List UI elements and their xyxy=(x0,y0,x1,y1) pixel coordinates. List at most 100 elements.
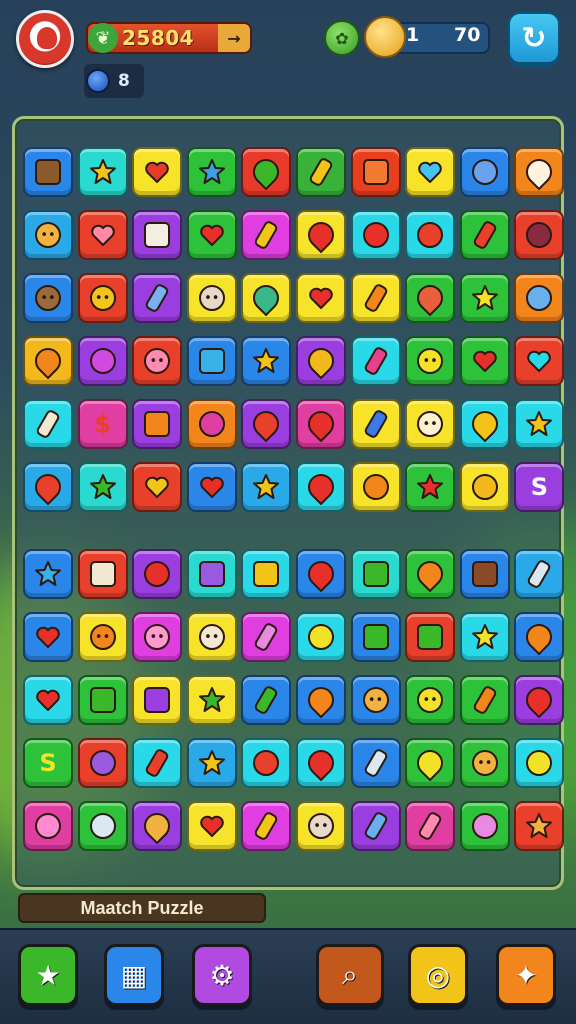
tile-top-r0-c0[interactable] xyxy=(23,147,73,197)
tile-top-r2-c9[interactable] xyxy=(514,273,565,323)
tile-bottom-r0-c6[interactable] xyxy=(350,549,401,599)
tile-top-r1-c6[interactable] xyxy=(350,210,401,260)
tile-bottom-r1-c8[interactable] xyxy=(459,612,510,662)
tile-bottom-r0-c4[interactable] xyxy=(241,549,292,599)
grid-button[interactable]: ▦ xyxy=(104,944,164,1006)
tile-top-r3-c6[interactable] xyxy=(350,336,401,386)
tile-bottom-r0-c2[interactable] xyxy=(132,549,183,599)
refresh-button[interactable]: ↻ xyxy=(508,12,560,64)
tile-top-r3-c0[interactable] xyxy=(23,336,73,386)
tile-top-r1-c0[interactable]: •• xyxy=(23,210,73,260)
tile-top-r2-c7[interactable] xyxy=(405,273,456,323)
tile-top-r1-c4[interactable] xyxy=(241,210,292,260)
tile-top-r4-c6[interactable] xyxy=(350,399,401,449)
tile-bottom-r4-c6[interactable] xyxy=(350,801,401,851)
tile-top-r1-c8[interactable] xyxy=(459,210,510,260)
tile-bottom-r2-c3[interactable] xyxy=(186,675,237,725)
tile-top-r3-c2[interactable]: •• xyxy=(132,336,183,386)
tile-top-r5-c2[interactable] xyxy=(132,462,183,512)
bonus-button[interactable]: ✦ xyxy=(496,944,556,1006)
tile-top-r5-c0[interactable] xyxy=(23,462,73,512)
tile-bottom-r0-c8[interactable] xyxy=(459,549,510,599)
tile-bottom-r4-c8[interactable] xyxy=(459,801,510,851)
player-avatar[interactable] xyxy=(16,10,74,68)
tile-top-r5-c3[interactable] xyxy=(186,462,237,512)
tile-top-r5-c7[interactable] xyxy=(405,462,456,512)
tile-top-r0-c9[interactable] xyxy=(514,147,565,197)
tile-top-r4-c5[interactable] xyxy=(295,399,346,449)
tile-bottom-r1-c6[interactable] xyxy=(350,612,401,662)
tile-top-r5-c8[interactable] xyxy=(459,462,510,512)
tile-bottom-r4-c4[interactable] xyxy=(241,801,292,851)
tile-top-r0-c5[interactable] xyxy=(295,147,346,197)
tile-top-r0-c6[interactable] xyxy=(350,147,401,197)
tile-top-r3-c1[interactable] xyxy=(77,336,128,386)
tile-top-r0-c8[interactable] xyxy=(459,147,510,197)
tile-top-r3-c4[interactable] xyxy=(241,336,292,386)
tile-bottom-r1-c1[interactable]: •• xyxy=(77,612,128,662)
tile-bottom-r3-c4[interactable] xyxy=(241,738,292,788)
tile-top-r1-c7[interactable] xyxy=(405,210,456,260)
tile-bottom-r1-c5[interactable] xyxy=(295,612,346,662)
tile-bottom-r0-c9[interactable] xyxy=(514,549,565,599)
tile-bottom-r3-c8[interactable]: •• xyxy=(459,738,510,788)
tile-top-r3-c3[interactable] xyxy=(186,336,237,386)
tile-top-r1-c5[interactable] xyxy=(295,210,346,260)
tile-top-r4-c2[interactable] xyxy=(132,399,183,449)
tile-bottom-r2-c4[interactable] xyxy=(241,675,292,725)
tile-bottom-r2-c8[interactable] xyxy=(459,675,510,725)
tile-top-r2-c2[interactable] xyxy=(132,273,183,323)
tile-bottom-r1-c7[interactable] xyxy=(405,612,456,662)
tile-top-r3-c8[interactable] xyxy=(459,336,510,386)
tile-top-r3-c9[interactable] xyxy=(514,336,565,386)
tile-top-r5-c6[interactable] xyxy=(350,462,401,512)
tile-top-r2-c8[interactable] xyxy=(459,273,510,323)
tile-bottom-r2-c2[interactable] xyxy=(132,675,183,725)
tile-top-r1-c3[interactable] xyxy=(186,210,237,260)
tile-bottom-r4-c7[interactable] xyxy=(405,801,456,851)
star-button[interactable]: ★ xyxy=(18,944,78,1006)
tile-top-r2-c6[interactable] xyxy=(350,273,401,323)
tile-top-r4-c7[interactable]: •• xyxy=(405,399,456,449)
tile-bottom-r4-c1[interactable] xyxy=(77,801,128,851)
score-arrow-button[interactable]: → xyxy=(218,24,250,52)
tile-bottom-r1-c4[interactable] xyxy=(241,612,292,662)
tile-bottom-r3-c2[interactable] xyxy=(132,738,183,788)
tile-top-r0-c2[interactable] xyxy=(132,147,183,197)
tile-bottom-r2-c7[interactable]: •• xyxy=(405,675,456,725)
tile-bottom-r4-c0[interactable] xyxy=(23,801,73,851)
tile-bottom-r0-c1[interactable] xyxy=(77,549,128,599)
tile-bottom-r2-c9[interactable] xyxy=(514,675,565,725)
tile-bottom-r4-c2[interactable] xyxy=(132,801,183,851)
tile-bottom-r0-c3[interactable] xyxy=(186,549,237,599)
tile-top-r2-c4[interactable] xyxy=(241,273,292,323)
tile-bottom-r3-c9[interactable] xyxy=(514,738,565,788)
tile-bottom-r4-c5[interactable]: •• xyxy=(295,801,346,851)
settings-button[interactable]: ⚙ xyxy=(192,944,252,1006)
tile-top-r1-c2[interactable] xyxy=(132,210,183,260)
tile-top-r4-c8[interactable] xyxy=(459,399,510,449)
tile-bottom-r3-c7[interactable] xyxy=(405,738,456,788)
tile-bottom-r0-c0[interactable] xyxy=(23,549,73,599)
tile-bottom-r4-c9[interactable] xyxy=(514,801,565,851)
tile-bottom-r2-c6[interactable]: •• xyxy=(350,675,401,725)
tile-top-r2-c0[interactable]: •• xyxy=(23,273,73,323)
tile-top-r5-c4[interactable] xyxy=(241,462,292,512)
tile-bottom-r2-c1[interactable] xyxy=(77,675,128,725)
tile-top-r5-c9[interactable]: S xyxy=(514,462,565,512)
tile-bottom-r1-c9[interactable] xyxy=(514,612,565,662)
tile-top-r0-c7[interactable] xyxy=(405,147,456,197)
tile-bottom-r2-c0[interactable] xyxy=(23,675,73,725)
tile-bottom-r4-c3[interactable] xyxy=(186,801,237,851)
tile-top-r0-c3[interactable] xyxy=(186,147,237,197)
tile-bottom-r2-c5[interactable] xyxy=(295,675,346,725)
green-token-icon[interactable]: ✿ xyxy=(324,20,360,56)
tile-top-r3-c5[interactable] xyxy=(295,336,346,386)
tile-bottom-r0-c7[interactable] xyxy=(405,549,456,599)
tile-top-r2-c1[interactable]: •• xyxy=(77,273,128,323)
tile-bottom-r0-c5[interactable] xyxy=(295,549,346,599)
tile-top-r1-c9[interactable] xyxy=(514,210,565,260)
tile-top-r1-c1[interactable] xyxy=(77,210,128,260)
tile-top-r0-c4[interactable] xyxy=(241,147,292,197)
tile-top-r3-c7[interactable]: •• xyxy=(405,336,456,386)
